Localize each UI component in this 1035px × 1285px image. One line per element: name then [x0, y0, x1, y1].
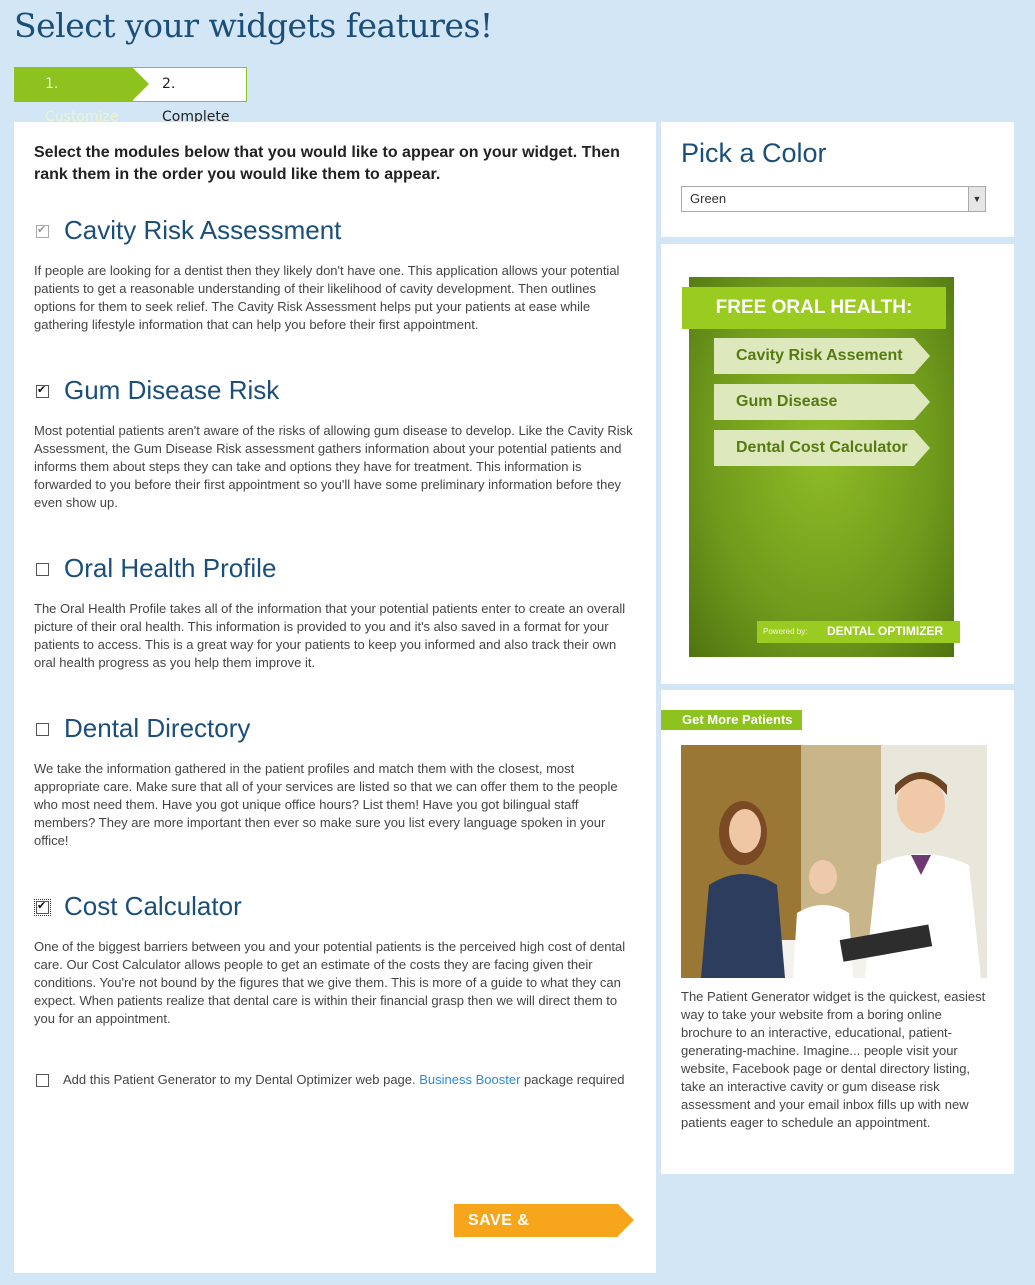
- widget-banner: FREE ORAL HEALTH:: [682, 287, 946, 329]
- dentist-photo-illustration: [681, 745, 987, 978]
- oral-health-checkbox[interactable]: [36, 563, 49, 576]
- module-dental-directory: Dental Directory We take the information…: [34, 710, 639, 850]
- module-title: Gum Disease Risk: [64, 375, 280, 405]
- widget-item-arrow: [914, 384, 930, 420]
- module-cavity-risk: Cavity Risk Assessment If people are loo…: [34, 212, 639, 334]
- optin-label: Add this Patient Generator to my Dental …: [63, 1072, 416, 1087]
- module-title: Cost Calculator: [64, 891, 242, 921]
- brand-logo: DENTAL OPTIMIZER: [827, 624, 944, 638]
- widget-item: Cavity Risk Assement: [714, 338, 914, 374]
- widget-preview-panel: FREE ORAL HEALTH: Cavity Risk Assement G…: [661, 244, 1014, 684]
- step-complete[interactable]: 2. Complete: [162, 68, 246, 125]
- widget-item-arrow: [914, 338, 930, 374]
- color-selected-value: Green: [690, 191, 727, 206]
- patients-badge: Get More Patients: [661, 710, 802, 730]
- module-cost-calculator: Cost Calculator One of the biggest barri…: [34, 888, 639, 1028]
- save-continue-button[interactable]: SAVE & CONTINUE: [454, 1204, 618, 1262]
- powered-by-label: Powered by:: [763, 627, 808, 636]
- module-gum-disease: Gum Disease Risk Most potential patients…: [34, 372, 639, 512]
- module-description: The Oral Health Profile takes all of the…: [34, 601, 626, 670]
- cavity-risk-checkbox[interactable]: [36, 223, 49, 238]
- module-description: We take the information gathered in the …: [34, 761, 618, 848]
- color-select[interactable]: Green ▼: [681, 186, 986, 212]
- color-panel: Pick a Color Green ▼: [661, 122, 1014, 237]
- optin-row: Add this Patient Generator to my Dental …: [34, 1068, 634, 1092]
- color-title: Pick a Color: [681, 138, 827, 168]
- module-description: Most potential patients aren't aware of …: [34, 423, 633, 510]
- cost-calculator-checkbox[interactable]: [34, 899, 51, 916]
- module-title: Oral Health Profile: [64, 553, 277, 583]
- module-title: Cavity Risk Assessment: [64, 215, 342, 245]
- dentist-photo: [681, 745, 987, 978]
- widget-item: Gum Disease Assement: [714, 384, 914, 446]
- business-booster-link[interactable]: Business Booster: [419, 1072, 520, 1087]
- module-title: Dental Directory: [64, 713, 251, 743]
- widget-item-arrow: [914, 430, 930, 466]
- dental-directory-checkbox[interactable]: [36, 723, 49, 736]
- module-description: If people are looking for a dentist then…: [34, 263, 620, 332]
- step-arrow: [133, 68, 149, 100]
- widget-preview: FREE ORAL HEALTH: Cavity Risk Assement G…: [682, 277, 960, 657]
- optin-checkbox[interactable]: [36, 1074, 49, 1087]
- patients-description: The Patient Generator widget is the quic…: [681, 989, 986, 1130]
- module-description: One of the biggest barriers between you …: [34, 939, 626, 1026]
- patients-panel: Get More Patients The Patient Generator …: [661, 690, 1014, 1174]
- gum-disease-checkbox[interactable]: [36, 383, 49, 398]
- step-customize[interactable]: 1. Customize: [15, 68, 133, 125]
- progress-steps: 1. Customize 2. Complete: [14, 67, 247, 125]
- module-oral-health: Oral Health Profile The Oral Health Prof…: [34, 550, 639, 672]
- save-button-arrow[interactable]: [618, 1204, 634, 1236]
- modules-panel: Select the modules below that you would …: [14, 122, 656, 1273]
- chevron-down-icon[interactable]: ▼: [968, 187, 985, 211]
- optin-suffix: package required: [524, 1072, 625, 1087]
- intro-text: Select the modules below that you would …: [34, 144, 620, 183]
- widget-item: Dental Cost Calculator: [714, 430, 914, 466]
- widget-footer: Powered by: DENTAL OPTIMIZER: [757, 621, 960, 643]
- page-title: Select your widgets features!: [14, 6, 493, 45]
